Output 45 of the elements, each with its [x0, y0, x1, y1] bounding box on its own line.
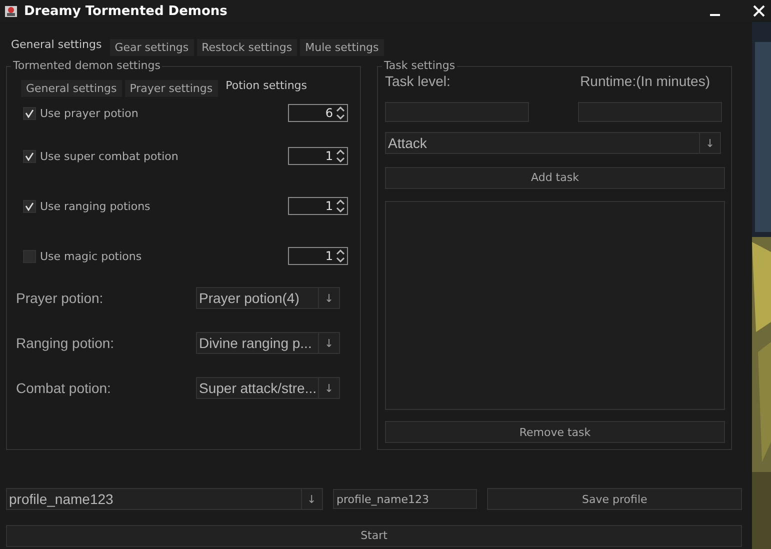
- app-icon: [4, 4, 18, 18]
- save-profile-button[interactable]: Save profile: [487, 488, 742, 510]
- potion-dropdown[interactable]: Divine ranging p... ↓: [196, 332, 340, 354]
- quantity-spinner[interactable]: 6: [288, 104, 348, 122]
- runtime-field[interactable]: [578, 102, 722, 122]
- remove-task-button[interactable]: Remove task: [385, 421, 725, 443]
- spin-arrows-icon[interactable]: [336, 149, 345, 163]
- start-button[interactable]: Start: [6, 524, 742, 546]
- quantity-spinner[interactable]: 1: [288, 197, 348, 215]
- profile-dropdown[interactable]: profile_name123 ↓: [6, 488, 323, 510]
- spin-arrows-icon[interactable]: [336, 199, 345, 213]
- skill-dropdown[interactable]: Attack ↓: [385, 132, 721, 154]
- quantity-spinner[interactable]: 1: [288, 147, 348, 165]
- profile-name-field[interactable]: profile_name123: [332, 489, 478, 509]
- tab[interactable]: Restock settings: [196, 39, 298, 56]
- potion-label: Prayer potion:: [16, 290, 104, 306]
- tab[interactable]: Gear settings: [110, 39, 194, 56]
- tab[interactable]: Mule settings: [300, 39, 384, 56]
- potion-checkbox[interactable]: Use magic potions: [23, 250, 142, 262]
- quantity-spinner[interactable]: 1: [288, 247, 348, 265]
- window-title: Dreamy Tormented Demons: [24, 4, 228, 18]
- checkbox[interactable]: [23, 106, 36, 120]
- group-title: Task settings: [382, 59, 458, 73]
- tab[interactable]: General settings: [6, 36, 107, 53]
- field-label: Task level:: [385, 73, 450, 89]
- tab[interactable]: Potion settings: [220, 77, 312, 94]
- task-level-field[interactable]: [385, 102, 529, 122]
- potion-label: Combat potion:: [16, 380, 111, 396]
- checkbox[interactable]: [23, 250, 36, 262]
- field-label: Runtime:(In minutes): [580, 73, 710, 89]
- tab[interactable]: General settings: [21, 80, 122, 97]
- add-task-button[interactable]: Add task: [385, 166, 725, 188]
- tab[interactable]: Prayer settings: [124, 80, 218, 97]
- potion-checkbox[interactable]: Use prayer potion: [23, 106, 138, 120]
- potion-checkbox[interactable]: Use super combat potion: [23, 150, 178, 162]
- potion-checkbox[interactable]: Use ranging potions: [23, 200, 150, 212]
- spin-arrows-icon[interactable]: [336, 249, 345, 263]
- potion-label: Ranging potion:: [16, 335, 114, 351]
- group-title: Tormented demon settings: [11, 59, 162, 73]
- potion-dropdown[interactable]: Super attack/stre... ↓: [196, 377, 340, 399]
- potion-dropdown[interactable]: Prayer potion(4) ↓: [196, 287, 340, 309]
- checkbox[interactable]: [23, 150, 36, 162]
- checkbox[interactable]: [23, 200, 36, 212]
- spin-arrows-icon[interactable]: [336, 106, 345, 120]
- close-icon[interactable]: [753, 5, 765, 17]
